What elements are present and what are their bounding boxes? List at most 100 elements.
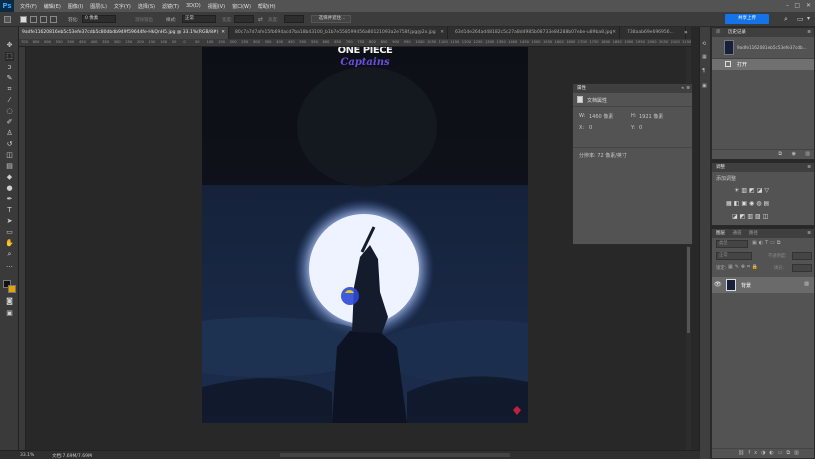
blend-mode-select[interactable]: 正常 [716,252,752,260]
close-icon[interactable]: ✕ [806,2,811,9]
opacity-input[interactable] [792,252,812,260]
zoom-tool-icon[interactable]: ⌕ [5,250,14,259]
fill-input[interactable] [792,264,812,272]
quick-select-tool-icon[interactable]: ✎ [5,74,14,83]
search-icon[interactable]: ⌕ [784,15,788,24]
eraser-tool-icon[interactable]: ◫ [5,151,14,160]
zoom-level[interactable]: 33.1% [20,453,34,458]
shape-tool-icon[interactable]: ▭ [5,228,14,237]
intersect-selection-icon[interactable] [50,16,57,23]
new-document-from-state-icon[interactable]: ⧉ [778,151,782,157]
crop-tool-icon[interactable]: ⌗ [5,85,14,94]
lock-icons[interactable]: ▦✎✥⌗🔒 [728,264,760,270]
subtract-selection-icon[interactable] [40,16,47,23]
share-button[interactable]: 共享上传 [725,14,769,24]
history-brush-tool-icon[interactable]: ↺ [5,140,14,149]
tab-layers[interactable]: 图层 [716,229,725,238]
height-value[interactable]: 1921 像素 [639,113,663,120]
camera-icon[interactable]: ◉ [792,151,796,157]
eyedropper-tool-icon[interactable]: ⁄ [5,96,14,105]
more-tools-icon[interactable]: … [5,261,14,270]
menu-filter[interactable]: 滤镜(T) [162,3,179,10]
panel-menu-icon[interactable]: ≡ [807,28,811,37]
path-select-tool-icon[interactable]: ➤ [5,217,14,226]
menu-file[interactable]: 文件(F) [20,3,37,10]
properties-panel-icon[interactable]: ▣ [702,83,707,89]
dodge-tool-icon[interactable]: ● [5,184,14,193]
style-select[interactable]: 正常 [182,15,216,23]
tab-paths[interactable]: 路径 [749,229,758,238]
panel-menu-icon[interactable]: ≡ [807,229,811,238]
layer-row-background[interactable]: 👁 背景 ▥ [712,277,814,293]
select-and-mask-button[interactable]: 选择并遮住... [311,15,351,23]
marquee-tool-preset-icon[interactable] [4,16,11,23]
tab-document-3[interactable]: 63d1de264ad48182c5c27a8d4985b08733e84288… [452,27,620,39]
lasso-tool-icon[interactable]: ↄ [5,63,14,72]
history-snapshot[interactable]: 9adfe1162081eb5c53efe37cdb... [712,37,814,59]
blur-tool-icon[interactable]: ◆ [5,173,14,182]
scroll-thumb[interactable] [687,247,690,333]
workspace-dropdown-icon[interactable]: ▾ [807,15,810,22]
tab-channels[interactable]: 通道 [732,229,741,238]
tab-history[interactable]: 历史记录 [728,28,746,37]
tab-libraries[interactable]: 库 [716,28,721,37]
move-tool-icon[interactable]: ✥ [5,41,14,50]
panel-menu-icon[interactable]: ≡ [686,84,690,93]
width-input[interactable] [234,15,254,23]
gradient-tool-icon[interactable]: ▤ [5,162,14,171]
menu-layer[interactable]: 图层(L) [90,3,107,10]
panel-collapse-icon[interactable]: « [681,84,684,93]
adjustment-icons-row-1[interactable]: ☀▥◩◪▽ [734,187,771,194]
horizontal-scrollbar[interactable] [280,453,510,457]
add-selection-icon[interactable] [30,16,37,23]
libraries-panel-icon[interactable]: ▦ [702,54,707,60]
layer-kind-filter[interactable]: 类型 [716,240,748,248]
menu-select[interactable]: 选择(S) [138,3,155,10]
trash-icon[interactable]: ▥ [805,151,810,157]
menu-3d[interactable]: 3D(D) [186,3,201,9]
adjustment-icons-row-2[interactable]: ▦◧▣◉◍▤ [726,200,771,207]
quick-mask-icon[interactable]: ◙ [5,297,14,306]
feather-input[interactable]: 0 像素 [82,15,116,23]
menu-image[interactable]: 图像(I) [68,3,83,10]
stamp-tool-icon[interactable]: ♙ [5,129,14,138]
tab-close-icon[interactable]: ✕ [612,27,616,39]
history-panel-icon[interactable]: ⟲ [702,41,706,47]
pen-tool-icon[interactable]: ✒ [5,195,14,204]
type-tool-icon[interactable]: T [5,206,14,215]
new-selection-icon[interactable] [20,16,27,23]
healing-tool-icon[interactable]: ◌ [5,107,14,116]
rect-marquee-tool-icon[interactable]: ⬚ [5,52,14,61]
width-value[interactable]: 1460 像素 [589,113,613,120]
layer-action-icons[interactable]: ⛓fx◑◐▭⧉▥ [738,450,803,456]
menu-help[interactable]: 帮助(H) [258,3,276,10]
tab-document-4[interactable]: 738aab69e696956... [624,27,686,39]
maximize-icon[interactable]: □ [794,2,800,9]
status-arrow-icon[interactable]: › [90,453,92,458]
menu-window[interactable]: 窗口(W) [232,3,251,10]
x-value[interactable]: 0 [589,125,592,131]
menu-edit[interactable]: 编辑(E) [44,3,61,10]
document-image[interactable]: ONE PIECE Captains [202,47,528,423]
tab-document-1[interactable]: 9adfe11620816eb5c53efe37cdb5c80dbdb949f5… [19,27,229,39]
history-step[interactable]: 打开 [712,59,814,70]
tab-close-icon[interactable]: ✕ [221,27,225,39]
tab-close-icon[interactable]: ✕ [440,27,444,39]
hand-tool-icon[interactable]: ✋ [5,239,14,248]
tabs-overflow-icon[interactable]: » [684,29,688,36]
layer-filter-icons[interactable]: ▣◐T▭⧉ [752,240,782,246]
minimize-icon[interactable]: – [786,2,789,9]
layer-visibility-eye-icon[interactable]: 👁 [714,281,722,288]
menu-type[interactable]: 文字(Y) [114,3,131,10]
swap-icon[interactable]: ⇄ [258,16,263,23]
background-color-swatch[interactable] [8,285,16,293]
brush-tool-icon[interactable]: ✐ [5,118,14,127]
menu-view[interactable]: 视图(V) [208,3,225,10]
workspace-icon[interactable]: ▭ [797,15,804,23]
panel-menu-icon[interactable]: ≡ [807,163,811,172]
height-input[interactable] [284,15,304,23]
adjustment-icons-row-3[interactable]: ◪◩▥▨◫ [732,213,770,220]
screen-mode-icon[interactable]: ▣ [5,309,14,318]
paragraph-panel-icon[interactable]: ¶ [702,68,705,74]
antialias-checkbox-label[interactable]: 消除锯齿 [135,17,153,23]
